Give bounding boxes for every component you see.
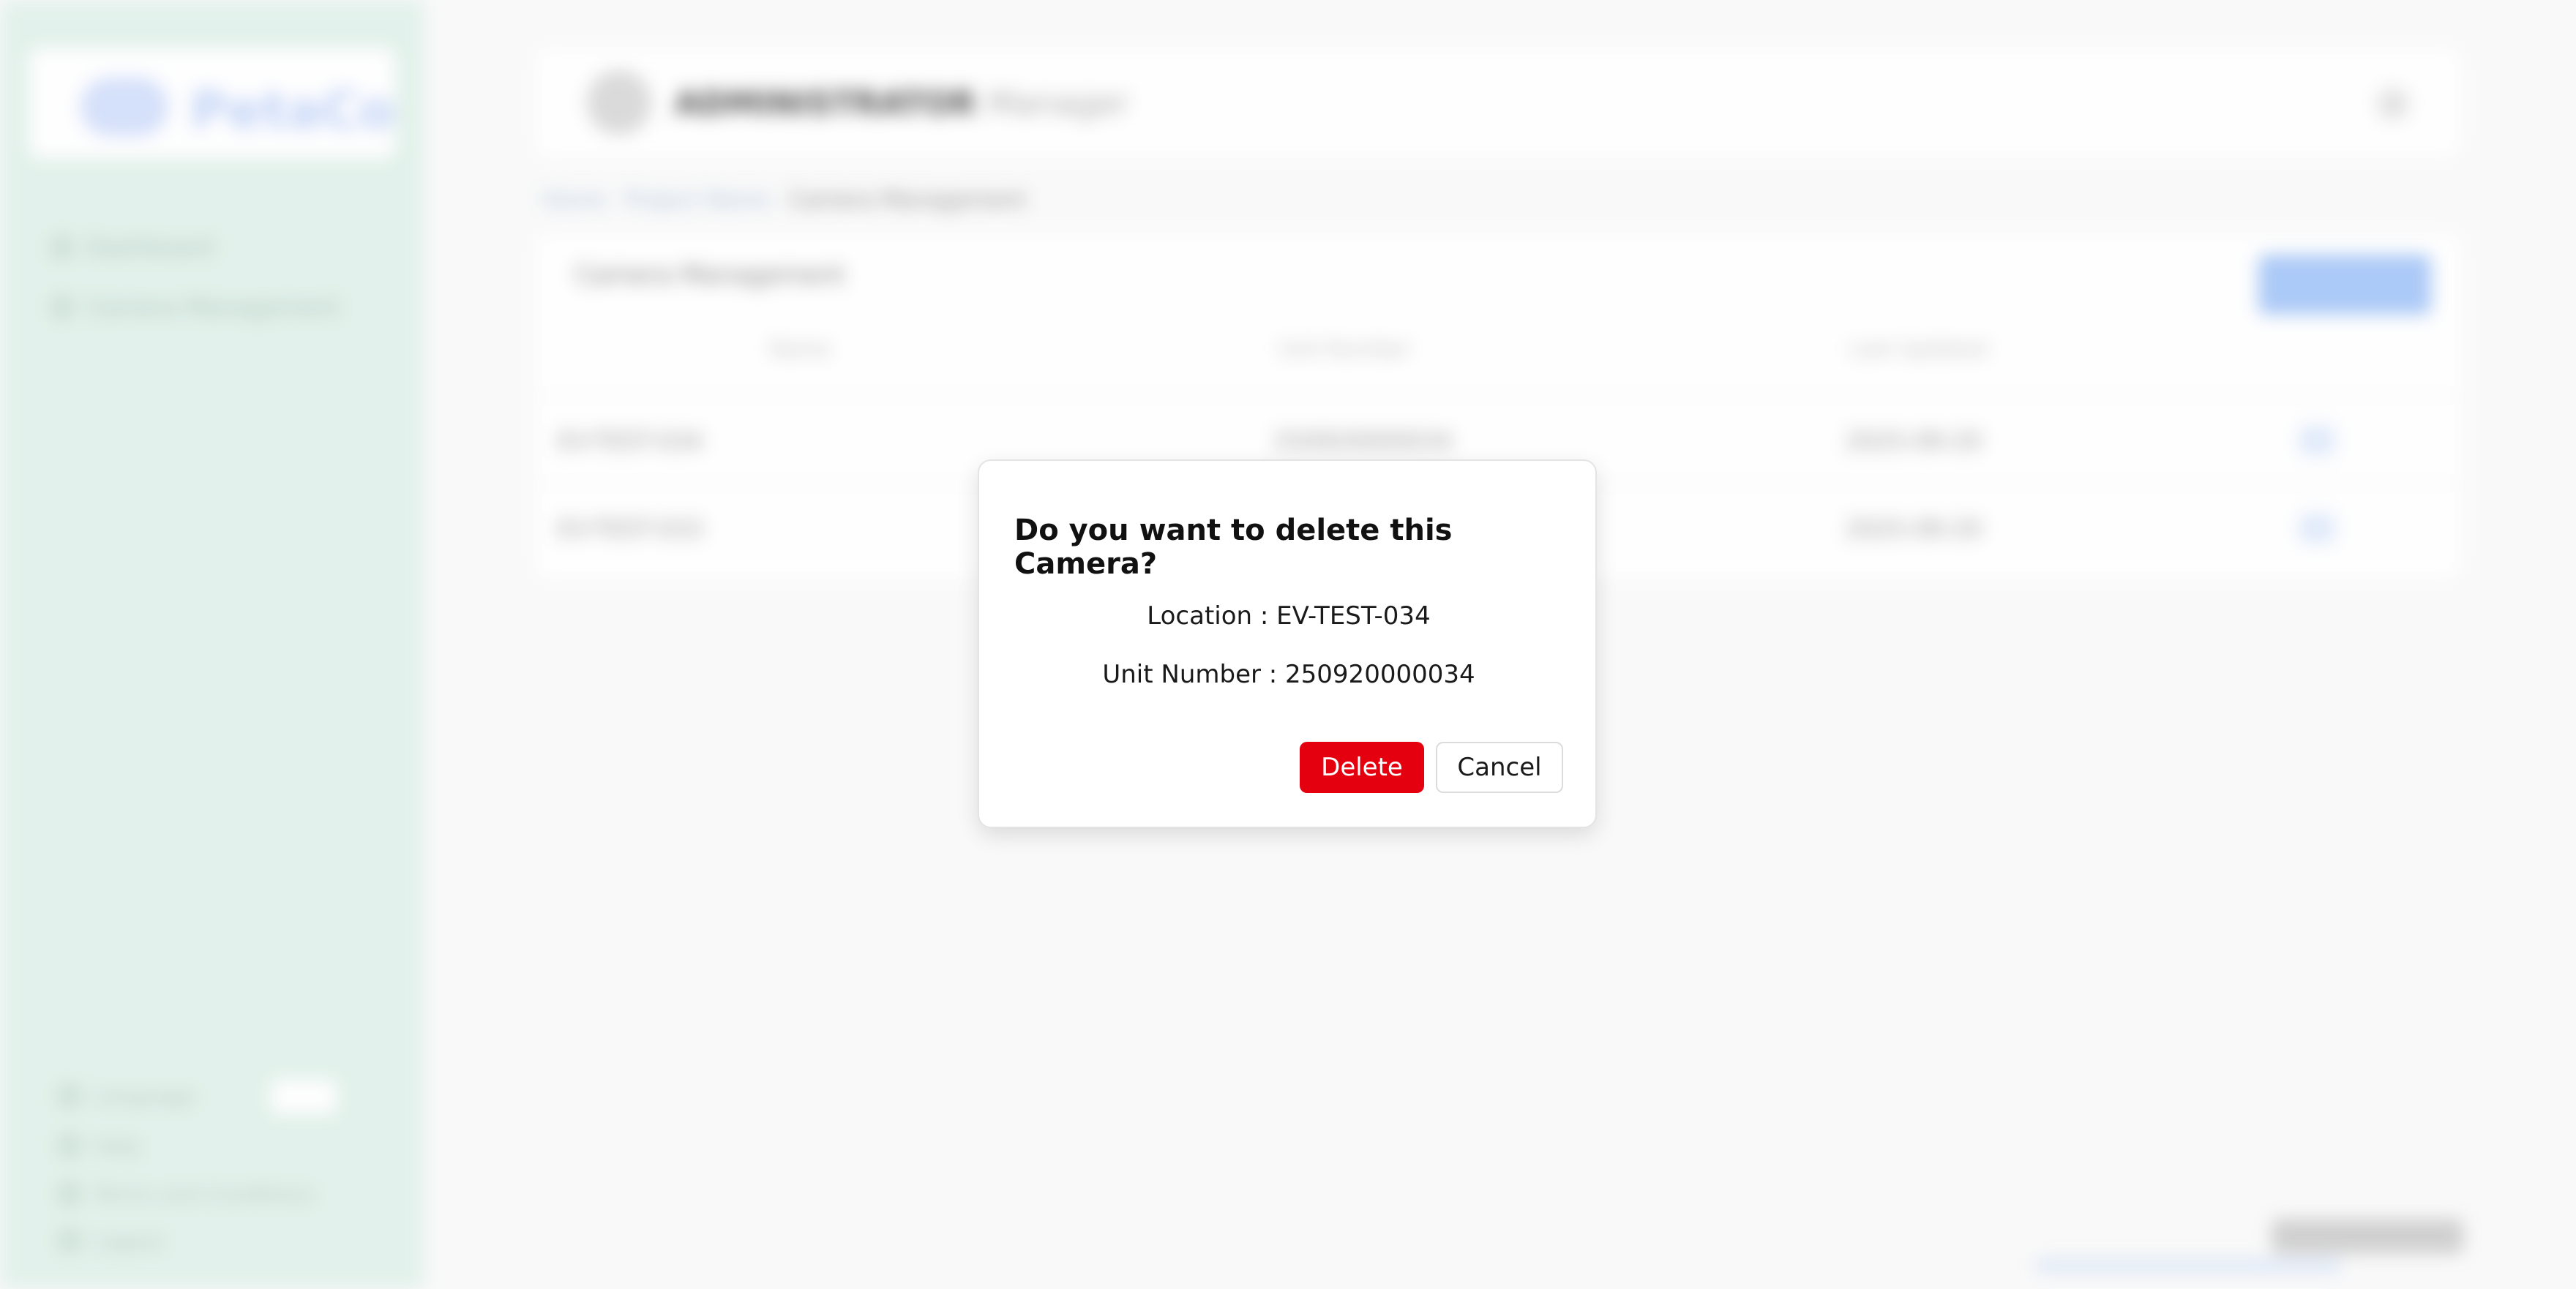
sidebar-footer-language[interactable]: Language — [59, 1081, 195, 1111]
delete-camera-dialog: Do you want to delete this Camera? Locat… — [978, 459, 1597, 828]
language-toggle[interactable] — [271, 1080, 337, 1113]
cell-name: EV-TEST-034 — [558, 427, 703, 455]
dialog-title: Do you want to delete this Camera? — [1014, 514, 1453, 581]
cell-unit: 250920000034 — [1273, 427, 1453, 455]
cell-name: EV-TEST-033 — [558, 515, 703, 543]
footer-link — [2034, 1258, 2342, 1273]
user-name: ADMINISTRATOR Manager — [675, 85, 1128, 122]
dialog-unit-number: Unit Number : 250920000034 — [1102, 660, 1475, 689]
sidebar-item-label: Dashboard — [86, 233, 214, 261]
close-icon[interactable] — [2377, 88, 2409, 120]
header-card: ADMINISTRATOR Manager — [536, 48, 2460, 157]
edit-icon[interactable] — [2299, 514, 2334, 543]
avatar — [587, 70, 651, 135]
cell-updated: 2025-09-20 — [1846, 515, 1982, 543]
view-select[interactable]: Camera Management — [575, 260, 845, 290]
add-camera-button[interactable] — [2258, 255, 2431, 315]
document-icon — [59, 1183, 80, 1205]
footer-label: Terms and Conditions — [94, 1181, 315, 1206]
cancel-button[interactable]: Cancel — [1436, 742, 1563, 793]
sidebar-footer-help[interactable]: Help — [59, 1131, 141, 1160]
breadcrumb-project[interactable]: Project Name — [624, 187, 771, 213]
logout-icon — [59, 1230, 80, 1252]
logo-icon — [80, 78, 168, 136]
dialog-location: Location : EV-TEST-034 — [1147, 601, 1431, 631]
sidebar-footer-logout[interactable]: Logout — [59, 1226, 164, 1255]
sidebar-item-label: Camera Management — [86, 293, 340, 321]
sidebar-item-camera-management[interactable]: Camera Management — [51, 293, 340, 322]
footer-label: Language — [94, 1083, 195, 1108]
breadcrumb-current: Camera Management — [788, 187, 1027, 213]
sidebar-item-dashboard[interactable]: Dashboard — [51, 233, 214, 262]
cell-updated: 2025-09-20 — [1846, 427, 1982, 455]
logo-card: PetaCo — [29, 48, 395, 158]
footer-tag — [2272, 1219, 2463, 1254]
footer-label: Help — [94, 1133, 141, 1158]
delete-button[interactable]: Delete — [1300, 742, 1424, 793]
camera-icon — [51, 296, 73, 318]
user-role: Manager — [987, 85, 1129, 122]
dashboard-icon — [51, 236, 73, 258]
edit-icon[interactable] — [2299, 426, 2334, 455]
language-icon — [59, 1085, 80, 1107]
column-header-name: Name — [770, 337, 831, 361]
sidebar: PetaCo Dashboard Camera Management Langu… — [0, 0, 424, 1289]
breadcrumb-home[interactable]: Home — [542, 187, 607, 213]
breadcrumb: Home Project Name Camera Management — [542, 187, 1026, 213]
column-header-updated: Last Updated — [1850, 337, 1987, 361]
sidebar-footer-terms[interactable]: Terms and Conditions — [59, 1179, 314, 1209]
footer-label: Logout — [94, 1228, 164, 1253]
column-header-unit: Unit Number — [1279, 337, 1410, 361]
help-icon — [59, 1135, 80, 1157]
logo-text: PetaCo — [190, 80, 394, 140]
user-name-text: ADMINISTRATOR — [675, 85, 976, 122]
